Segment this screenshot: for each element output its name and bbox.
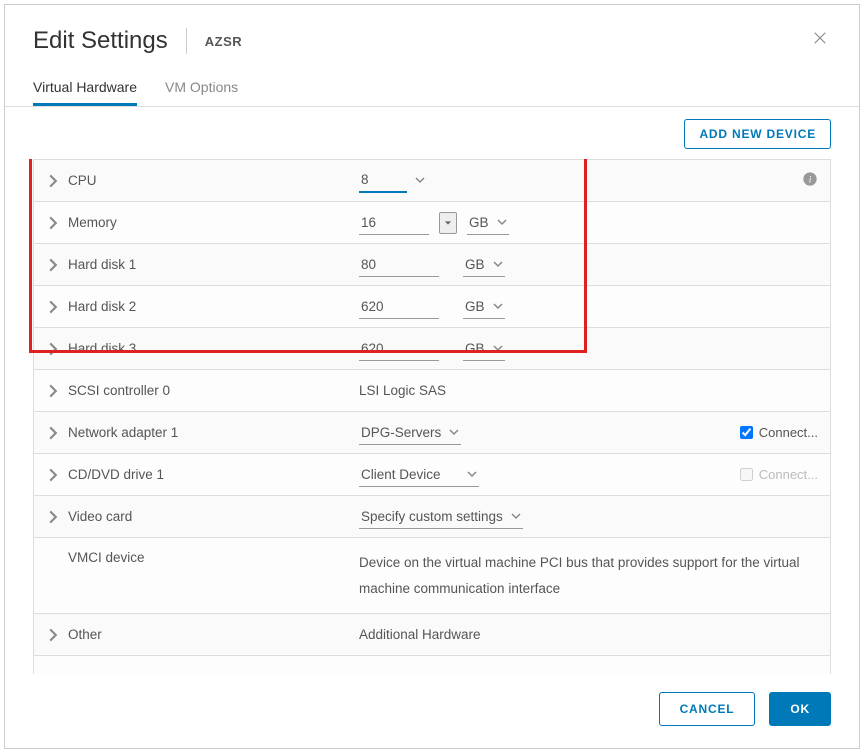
row-hard-disk-2: Hard disk 2 GB [34,286,830,328]
chevron-right-icon[interactable] [46,300,60,314]
video-label: Video card [68,509,132,524]
net-connect-input[interactable] [740,426,753,439]
net-label: Network adapter 1 [68,425,178,440]
chevron-right-icon[interactable] [46,468,60,482]
chevron-down-icon [449,425,459,440]
chevron-right-icon[interactable] [46,510,60,524]
chevron-down-icon [467,467,477,482]
row-vmci: VMCI device Device on the virtual machin… [34,538,830,614]
row-cpu: CPU i [34,160,830,202]
cd-select[interactable]: Client Device [359,463,479,487]
memory-unit-select[interactable]: GB [467,211,509,235]
chevron-right-icon[interactable] [46,384,60,398]
hd2-label: Hard disk 2 [68,299,136,314]
dialog-footer: CANCEL OK [5,674,859,748]
svg-text:i: i [809,175,812,185]
memory-label: Memory [68,215,117,230]
other-label: Other [68,627,102,642]
chevron-right-icon[interactable] [46,258,60,272]
scsi-value: LSI Logic SAS [359,383,446,398]
settings-table: CPU i Memory [33,159,831,656]
cpu-label: CPU [68,173,97,188]
vm-name: AZSR [205,34,242,49]
video-select[interactable]: Specify custom settings [359,505,523,529]
tab-virtual-hardware[interactable]: Virtual Hardware [33,69,137,106]
close-icon[interactable] [811,29,831,49]
content-area: CPU i Memory [5,159,859,674]
row-scsi-controller: SCSI controller 0 LSI Logic SAS [34,370,830,412]
ok-button[interactable]: OK [769,692,831,726]
chevron-right-icon[interactable] [46,216,60,230]
row-video-card: Video card Specify custom settings [34,496,830,538]
row-hard-disk-3: Hard disk 3 GB [34,328,830,370]
memory-input[interactable] [359,211,429,235]
chevron-right-icon[interactable] [46,342,60,356]
chevron-down-icon [493,341,503,356]
title-divider [186,28,187,54]
tab-vm-options[interactable]: VM Options [165,69,238,106]
chevron-right-icon[interactable] [46,174,60,188]
hd3-unit-select[interactable]: GB [463,337,505,361]
dialog-title: Edit Settings [33,27,168,55]
chevron-down-icon [511,509,521,524]
cd-connect-input [740,468,753,481]
row-other: Other Additional Hardware [34,614,830,656]
hd2-unit-select[interactable]: GB [463,295,505,319]
row-hard-disk-1: Hard disk 1 GB [34,244,830,286]
info-icon[interactable]: i [802,171,818,190]
cd-label: CD/DVD drive 1 [68,467,164,482]
chevron-right-icon[interactable] [46,426,60,440]
vmci-value: Device on the virtual machine PCI bus th… [359,546,818,605]
tabs: Virtual Hardware VM Options [5,69,859,107]
chevron-down-icon [493,299,503,314]
chevron-down-icon[interactable] [415,173,425,188]
chevron-right-icon[interactable] [46,628,60,642]
row-memory: Memory GB [34,202,830,244]
other-value: Additional Hardware [359,627,481,642]
edit-settings-dialog: Edit Settings AZSR Virtual Hardware VM O… [4,4,860,749]
cd-connect-checkbox: Connect... [740,467,818,482]
hd1-input[interactable] [359,253,439,277]
cancel-button[interactable]: CANCEL [659,692,756,726]
hd2-input[interactable] [359,295,439,319]
add-new-device-button[interactable]: ADD NEW DEVICE [684,119,831,149]
dialog-header: Edit Settings AZSR [5,5,859,69]
cpu-input[interactable] [359,168,407,193]
hd1-label: Hard disk 1 [68,257,136,272]
scsi-label: SCSI controller 0 [68,383,170,398]
row-network-adapter: Network adapter 1 DPG-Servers Connect... [34,412,830,454]
net-select[interactable]: DPG-Servers [359,421,461,445]
toolbar: ADD NEW DEVICE [5,107,859,159]
hd3-label: Hard disk 3 [68,341,136,356]
vmci-label: VMCI device [68,550,145,565]
chevron-down-icon [497,215,507,230]
hd3-input[interactable] [359,337,439,361]
memory-stepper[interactable] [439,212,457,234]
chevron-down-icon [493,257,503,272]
hd1-unit-select[interactable]: GB [463,253,505,277]
net-connect-checkbox[interactable]: Connect... [740,425,818,440]
table-footer-spacer [33,656,831,674]
row-cd-dvd: CD/DVD drive 1 Client Device Connect... [34,454,830,496]
